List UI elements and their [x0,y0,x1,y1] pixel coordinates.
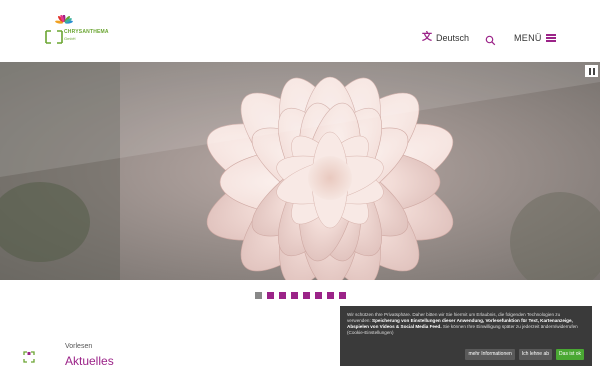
slider-pause-button[interactable] [585,65,598,77]
logo-name: CHRYSANTHEMA [64,29,109,35]
slider-dot[interactable] [255,292,262,299]
pause-icon-bar [592,67,595,75]
menu-button[interactable]: MENÜ [514,33,556,43]
cookie-buttons: mehr Informationen Ich lehne ab Das ist … [465,349,584,360]
pause-icon [588,67,591,75]
slider-dot[interactable] [279,292,286,299]
language-label: Deutsch [436,33,470,43]
focus-frame-graphic [23,351,35,363]
read-aloud-link[interactable]: Vorlesen [65,343,92,350]
hamburger-icon [545,34,556,42]
slider-pagination [255,292,346,299]
menu-label: MENÜ [514,33,542,43]
chevron-up-icon[interactable] [24,368,34,375]
hero-image [0,62,600,280]
accept-button[interactable]: Das ist ok [556,349,584,360]
translate-icon: 文 [422,32,432,43]
search-button[interactable] [485,33,496,46]
slider-dot[interactable] [339,292,346,299]
language-switcher[interactable]: 文 Deutsch [422,32,470,44]
section-title: Aktuelles [65,354,114,368]
site-header: CHRYSANTHEMA GmbH 文 Deutsch MENÜ [0,0,600,62]
more-info-button[interactable]: mehr Informationen [465,349,515,360]
slider-dot[interactable] [267,292,274,299]
slider-dot[interactable] [315,292,322,299]
slider-dot[interactable] [327,292,334,299]
focus-frame-icon[interactable] [22,350,36,364]
cookie-text: Wir schützen Ihre Privatsphäre. Daher bi… [347,312,585,336]
slider-dot[interactable] [303,292,310,299]
logo-subtitle: GmbH [64,36,76,41]
search-icon [485,35,496,46]
company-logo[interactable]: CHRYSANTHEMA GmbH [44,15,116,49]
cookie-consent-banner: Wir schützen Ihre Privatsphäre. Daher bi… [340,306,592,366]
chrysanthemum-photo [0,62,600,280]
slider-dot[interactable] [291,292,298,299]
page: CHRYSANTHEMA GmbH 文 Deutsch MENÜ Vorlese… [0,0,600,375]
decline-button[interactable]: Ich lehne ab [518,349,553,360]
